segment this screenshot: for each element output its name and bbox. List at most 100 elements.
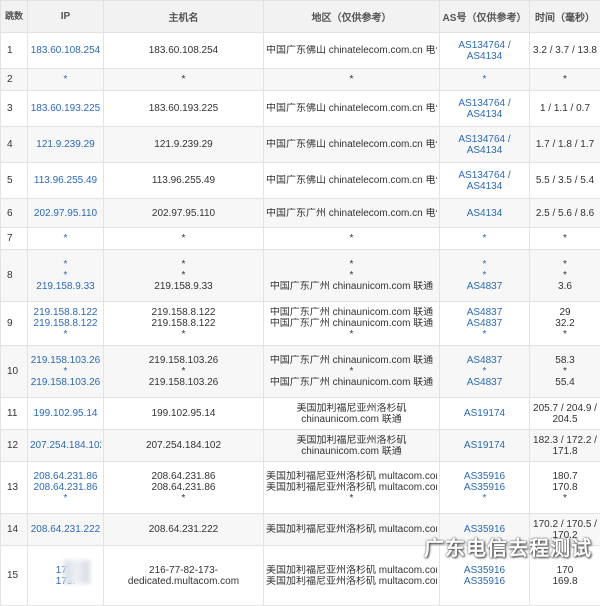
asn-line[interactable]: AS19174 [442,408,527,419]
time-line: 58.3 [532,355,598,366]
region-cell: 美国加利福尼亚州洛杉矶 multacom.com美国加利福尼亚州洛杉矶 mult… [264,462,440,514]
time-line: 170.8 [532,482,598,493]
time-cell: 3.2 / 3.7 / 13.8 [530,33,600,69]
time-cell: 2.5 / 5.6 / 8.6 [530,199,600,228]
region-line: 美国加利福尼亚州洛杉矶 multacom.com [266,576,437,587]
ip-line[interactable]: 202.97.95.110 [30,208,101,219]
header-hostname: 主机名 [104,1,264,33]
asn-line[interactable]: AS4134 [442,181,527,192]
region-line: 美国加利福尼亚州洛杉矶 [266,403,437,414]
region-cell: 美国加利福尼亚州洛杉矶 multacom.com [264,514,440,546]
asn-line[interactable]: AS4134 [442,109,527,120]
hop-cell: 10 [1,346,28,398]
time-line: 2.5 / 5.6 / 8.6 [532,208,598,219]
asn-line: * [442,329,527,340]
region-cell: 中国广东广州 chinaunicom.com 联通*中国广东广州 chinaun… [264,346,440,398]
region-line: 中国广东广州 chinaunicom.com 联通 [266,355,437,366]
region-cell: 美国加利福尼亚州洛杉矶chinaunicom.com 联通 [264,430,440,462]
asn-line[interactable]: AS35916 [442,576,527,587]
hostname-cell: 183.60.108.254 [104,33,264,69]
ip-line[interactable]: 219.158.8.122 [30,307,101,318]
hostname-line: 208.64.231.86 [106,471,261,482]
hostname-line: 219.158.9.33 [106,281,261,292]
ip-line[interactable]: 219.158.103.26 [30,377,101,388]
header-ip: IP [28,1,104,33]
ip-cell: 219.158.8.122219.158.8.122* [28,302,104,346]
hostname-line: 219.158.8.122 [106,318,261,329]
ip-line[interactable]: 121.9.239.29 [30,139,101,150]
time-line: 205.7 / 204.9 / [532,403,598,414]
hostname-line: 183.60.193.225 [106,103,261,114]
hostname-cell: 207.254.184.102 [104,430,264,462]
region-line: 中国广东佛山 chinatelecom.com.cn 电信 [266,139,437,150]
asn-line[interactable]: AS4134 [442,208,527,219]
asn-line[interactable]: AS4837 [442,377,527,388]
ip-line: * [30,329,101,340]
table-row: 3183.60.193.225183.60.193.225中国广东佛山 chin… [1,91,600,127]
asn-line[interactable]: AS134764 / [442,170,527,181]
ip-line[interactable]: 219.158.103.26 [30,355,101,366]
ip-cell: 208.64.231.222 [28,514,104,546]
hop-cell: 8 [1,250,28,302]
time-line: 3.6 [532,281,598,292]
region-line: 美国加利福尼亚州洛杉矶 multacom.com [266,565,437,576]
asn-line[interactable]: AS134764 / [442,40,527,51]
table-row: 13208.64.231.86208.64.231.86*208.64.231.… [1,462,600,514]
asn-line[interactable]: AS134764 / [442,98,527,109]
region-cell: 中国广东佛山 chinatelecom.com.cn 电信 [264,33,440,69]
ip-line[interactable]: 113.96.255.49 [30,175,101,186]
ip-line[interactable]: 219.158.9.33 [30,281,101,292]
asn-line[interactable]: AS4837 [442,307,527,318]
hostname-cell: 113.96.255.49 [104,163,264,199]
region-line: * [266,493,437,504]
hop-cell: 4 [1,127,28,163]
hostname-line: 216-77-82-173- [106,565,261,576]
hostname-line: dedicated.multacom.com [106,576,261,587]
table-row: 6202.97.95.110202.97.95.110中国广东广州 chinat… [1,199,600,228]
time-line: * [532,270,598,281]
hostname-line: 208.64.231.86 [106,482,261,493]
asn-line[interactable]: AS4837 [442,281,527,292]
time-cell: **3.6 [530,250,600,302]
asn-line[interactable]: AS4837 [442,318,527,329]
asn-line: * [442,74,527,85]
ip-line[interactable]: 207.254.184.102 [30,440,101,451]
hostname-cell: 208.64.231.222 [104,514,264,546]
hostname-cell: 183.60.193.225 [104,91,264,127]
time-line: * [532,366,598,377]
ip-line[interactable]: 208.64.231.86 [30,471,101,482]
time-line: * [532,233,598,244]
ip-line[interactable]: 183.60.193.225 [30,103,101,114]
asn-line[interactable]: AS4134 [442,51,527,62]
hostname-cell: * [104,228,264,250]
table-row: 10219.158.103.26*219.158.103.26219.158.1… [1,346,600,398]
asn-line[interactable]: AS4837 [442,355,527,366]
ip-line[interactable]: 208.64.231.86 [30,482,101,493]
ip-line[interactable]: 219.158.8.122 [30,318,101,329]
region-line: 中国广东广州 chinaunicom.com 联通 [266,377,437,388]
time-cell: 1 / 1.1 / 0.7 [530,91,600,127]
hop-cell: 3 [1,91,28,127]
watermark: 广东电信去程测试 [424,532,592,561]
hostname-cell: 219.158.103.26*219.158.103.26 [104,346,264,398]
hostname-cell: 121.9.239.29 [104,127,264,163]
region-cell: * [264,69,440,91]
region-line: 美国加利福尼亚州洛杉矶 multacom.com [266,471,437,482]
ip-line[interactable]: 208.64.231.222 [30,524,101,535]
asn-line[interactable]: AS35916 [442,482,527,493]
time-line: 170 [532,565,598,576]
asn-line[interactable]: AS35916 [442,565,527,576]
table-row: 7***** [1,228,600,250]
ip-line[interactable]: 199.102.95.14 [30,408,101,419]
asn-line[interactable]: AS19174 [442,440,527,451]
asn-line[interactable]: AS35916 [442,471,527,482]
ip-cell: 121.9.239.29 [28,127,104,163]
time-line: 1 / 1.1 / 0.7 [532,103,598,114]
asn-line[interactable]: AS134764 / [442,134,527,145]
table-row: 11199.102.95.14199.102.95.14美国加利福尼亚州洛杉矶c… [1,398,600,430]
hostname-line: * [106,74,261,85]
hostname-line: 113.96.255.49 [106,175,261,186]
ip-line[interactable]: 183.60.108.254 [30,45,101,56]
ip-line: * [30,493,101,504]
asn-line[interactable]: AS4134 [442,145,527,156]
